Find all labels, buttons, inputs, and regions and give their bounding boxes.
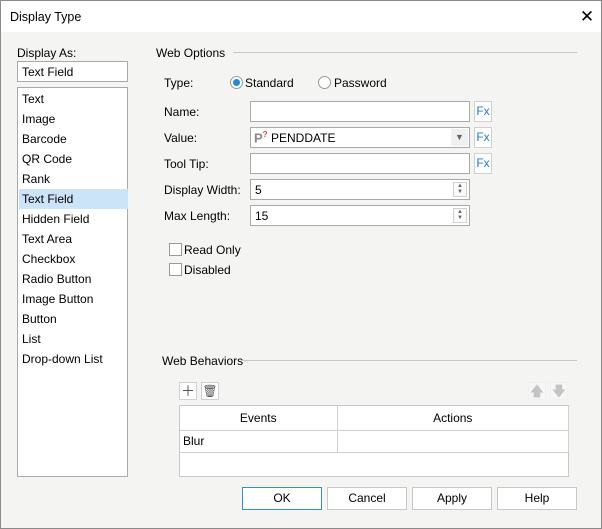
table-row[interactable]: Blur	[180, 430, 569, 453]
list-item[interactable]: Drop-down List	[19, 349, 128, 369]
list-item[interactable]: Button	[19, 309, 128, 329]
behaviors-table: Events Actions Blur	[179, 405, 569, 477]
list-item[interactable]: Image Button	[19, 289, 128, 309]
list-item[interactable]: QR Code	[19, 149, 128, 169]
list-item[interactable]: Text	[19, 89, 128, 109]
tooltip-input[interactable]	[250, 153, 470, 174]
value-fx-button[interactable]: Fx	[474, 127, 492, 148]
disabled-checkbox[interactable]	[169, 263, 182, 276]
name-label: Name:	[164, 105, 200, 119]
type-label: Type:	[164, 76, 194, 90]
name-input[interactable]	[250, 101, 470, 122]
spin-buttons-icon[interactable]: ▲ ▼	[453, 208, 467, 223]
spin-buttons-icon[interactable]: ▲ ▼	[453, 182, 467, 197]
max-length-value: 15	[255, 209, 269, 223]
read-only-checkbox[interactable]	[169, 243, 182, 256]
standard-label[interactable]: Standard	[245, 76, 294, 90]
action-cell[interactable]	[337, 430, 569, 453]
list-item-selected[interactable]: Text Field	[19, 189, 128, 209]
close-icon[interactable]: ✕	[579, 7, 595, 27]
list-item[interactable]: Text Area	[19, 229, 128, 249]
display-as-label: Display As:	[17, 46, 77, 60]
tooltip-fx-button[interactable]: Fx	[474, 153, 492, 174]
dropdown-arrow-icon[interactable]: ▼	[451, 129, 468, 146]
password-label[interactable]: Password	[334, 76, 387, 90]
section-divider	[233, 52, 577, 53]
cancel-button[interactable]: Cancel	[327, 487, 407, 510]
move-down-icon[interactable]: 🡇	[550, 382, 568, 400]
list-item[interactable]: List	[19, 329, 128, 349]
display-width-value: 5	[255, 183, 262, 197]
web-options-heading: Web Options	[156, 46, 226, 60]
display-as-field[interactable]: Text Field	[17, 61, 128, 82]
display-as-list: Text Image Barcode QR Code Rank Text Fie…	[17, 87, 128, 477]
events-header[interactable]: Events	[180, 406, 338, 431]
apply-button[interactable]: Apply	[412, 487, 492, 510]
max-length-spinner[interactable]: 15 ▲ ▼	[250, 205, 470, 226]
actions-header[interactable]: Actions	[337, 406, 569, 431]
help-button[interactable]: Help	[497, 487, 577, 510]
read-only-label[interactable]: Read Only	[184, 243, 241, 257]
delete-icon[interactable]: 🗑	[201, 382, 219, 400]
list-item[interactable]: Barcode	[19, 129, 128, 149]
parameter-icon: P?	[254, 130, 268, 146]
standard-radio[interactable]	[230, 76, 243, 89]
list-item[interactable]: Radio Button	[19, 269, 128, 289]
add-icon[interactable]: ＋	[179, 382, 197, 400]
display-width-spinner[interactable]: 5 ▲ ▼	[250, 179, 470, 200]
list-item[interactable]: Checkbox	[19, 249, 128, 269]
display-type-dialog: Display Type ✕ Display As: Text Field Te…	[0, 0, 602, 529]
list-item[interactable]: Rank	[19, 169, 128, 189]
web-behaviors-heading: Web Behaviors	[162, 354, 244, 368]
list-item[interactable]: Image	[19, 109, 128, 129]
value-text: PENDDATE	[271, 131, 336, 145]
value-label: Value:	[164, 131, 198, 145]
title-bar: Display Type ✕	[1, 1, 601, 32]
tooltip-label: Tool Tip:	[164, 157, 209, 171]
table-header: Events Actions	[180, 406, 569, 431]
dialog-title: Display Type	[10, 10, 82, 24]
ok-button[interactable]: OK	[242, 487, 322, 510]
display-width-label: Display Width:	[164, 183, 241, 197]
move-up-icon[interactable]: 🡅	[528, 382, 546, 400]
event-cell[interactable]: Blur	[180, 430, 338, 453]
disabled-label[interactable]: Disabled	[184, 263, 231, 277]
max-length-label: Max Length:	[164, 209, 231, 223]
value-combo[interactable]: P? PENDDATE ▼	[250, 127, 470, 148]
name-fx-button[interactable]: Fx	[474, 101, 492, 122]
password-radio[interactable]	[318, 76, 331, 89]
section-divider	[241, 360, 577, 361]
list-item[interactable]: Hidden Field	[19, 209, 128, 229]
